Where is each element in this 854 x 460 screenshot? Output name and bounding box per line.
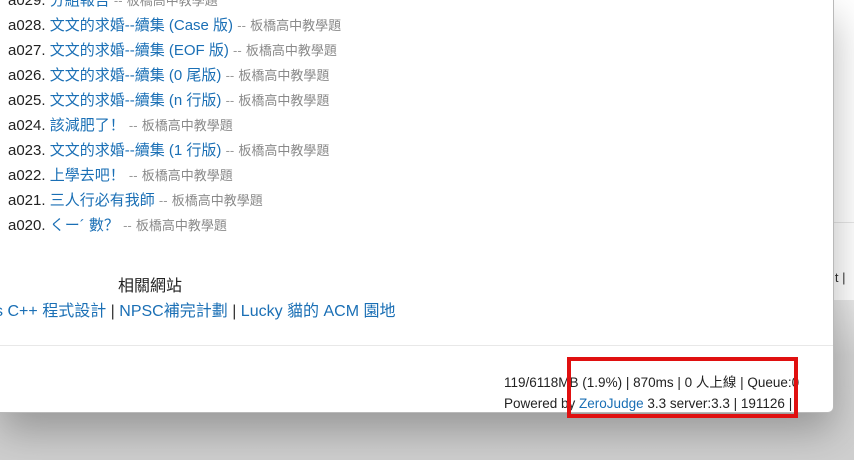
- problem-link[interactable]: 上學去吧！: [50, 167, 125, 184]
- related-link-lucky-cat[interactable]: Lucky 貓的 ACM 園地: [241, 303, 396, 320]
- problem-id: a020.: [8, 217, 46, 234]
- divider: [834, 222, 854, 223]
- source-separator: --: [128, 168, 138, 183]
- footer-divider: [0, 345, 833, 346]
- zerojudge-link[interactable]: ZeroJudge: [579, 396, 644, 411]
- list-item: a026. 文文的求婚--續集 (0 尾版) -- 板橋高中教學題: [8, 63, 341, 88]
- problem-link[interactable]: くー´ 數？: [50, 217, 119, 234]
- problem-list: a029. 分組報告 -- 板橋高中教學題 a028. 文文的求婚--續集 (C…: [8, 0, 341, 238]
- problem-source: 板橋高中教學題: [250, 18, 342, 33]
- problem-source: 板橋高中教學題: [238, 68, 330, 83]
- link-divider: |: [110, 303, 115, 320]
- problem-id: a029.: [8, 0, 46, 9]
- problem-link[interactable]: 文文的求婚--續集 (EOF 版): [50, 42, 229, 59]
- footer-status: 119/6118MB (1.9%) | 870ms | 0 人上線 | Queu…: [504, 372, 800, 412]
- related-sites-links: 's C++ 程式設計 | NPSC補完計劃 | Lucky 貓的 ACM 園地: [0, 297, 396, 321]
- problem-id: a023.: [8, 142, 46, 159]
- background-window-text: lt |: [834, 270, 846, 285]
- problem-source: 板橋高中教學題: [171, 193, 263, 208]
- source-separator: --: [158, 193, 168, 208]
- problem-source: 板橋高中教學題: [141, 118, 233, 133]
- source-separator: --: [237, 18, 246, 33]
- problem-source: 板橋高中教學題: [245, 43, 337, 58]
- list-item: a020. くー´ 數？ -- 板橋高中教學題: [8, 213, 341, 238]
- problem-id: a027.: [8, 42, 46, 59]
- problem-source: 板橋高中教學題: [141, 168, 233, 183]
- problem-id: a028.: [8, 17, 46, 34]
- problem-id: a021.: [8, 192, 46, 209]
- related-link-cpp[interactable]: 's C++ 程式設計: [0, 303, 106, 320]
- list-item: a029. 分組報告 -- 板橋高中教學題: [8, 0, 341, 13]
- list-item: a024. 該減肥了！ -- 板橋高中教學題: [8, 113, 341, 138]
- source-separator: --: [225, 93, 235, 108]
- list-item: a028. 文文的求婚--續集 (Case 版) -- 板橋高中教學題: [8, 13, 341, 38]
- problem-id: a024.: [8, 117, 46, 134]
- link-divider: |: [232, 303, 237, 320]
- background-window-edge: lt |: [834, 0, 854, 300]
- problem-source: 板橋高中教學題: [238, 93, 330, 108]
- problem-id: a026.: [8, 67, 46, 84]
- list-item: a027. 文文的求婚--續集 (EOF 版) -- 板橋高中教學題: [8, 38, 341, 63]
- problem-source: 板橋高中教學題: [238, 143, 330, 158]
- source-separator: --: [225, 68, 235, 83]
- source-separator: --: [233, 43, 242, 58]
- problem-link[interactable]: 文文的求婚--續集 (1 行版): [50, 142, 222, 159]
- problem-link[interactable]: 文文的求婚--續集 (n 行版): [50, 92, 222, 109]
- list-item: a021. 三人行必有我師 -- 板橋高中教學題: [8, 188, 341, 213]
- browser-window: a029. 分組報告 -- 板橋高中教學題 a028. 文文的求婚--續集 (C…: [0, 0, 834, 413]
- problem-link[interactable]: 三人行必有我師: [50, 192, 155, 209]
- powered-prefix: Powered by: [504, 396, 580, 411]
- related-sites-heading: 相關網站: [118, 278, 183, 295]
- problem-source: 板橋高中教學題: [126, 0, 218, 8]
- source-separator: --: [113, 0, 123, 8]
- problem-id: a022.: [8, 167, 46, 184]
- source-separator: --: [123, 218, 132, 233]
- server-stats: 119/6118MB (1.9%) | 870ms | 0 人上線 | Queu…: [504, 375, 800, 390]
- problem-link[interactable]: 文文的求婚--續集 (0 尾版): [50, 67, 222, 84]
- list-item: a022. 上學去吧！ -- 板橋高中教學題: [8, 163, 341, 188]
- problem-link[interactable]: 分組報告: [50, 0, 110, 9]
- source-separator: --: [225, 143, 235, 158]
- problem-id: a025.: [8, 92, 46, 109]
- source-separator: --: [128, 118, 138, 133]
- problem-link[interactable]: 文文的求婚--續集 (Case 版): [50, 17, 233, 34]
- version-info: 3.3 server:3.3 | 191126 |: [643, 396, 793, 411]
- problem-source: 板橋高中教學題: [135, 218, 227, 233]
- list-item: a025. 文文的求婚--續集 (n 行版) -- 板橋高中教學題: [8, 88, 341, 113]
- problem-link[interactable]: 該減肥了！: [50, 117, 125, 134]
- powered-by: Powered by ZeroJudge 3.3 server:3.3 | 19…: [504, 393, 799, 412]
- list-item: a023. 文文的求婚--續集 (1 行版) -- 板橋高中教學題: [8, 138, 341, 163]
- related-link-npsc[interactable]: NPSC補完計劃: [119, 303, 227, 320]
